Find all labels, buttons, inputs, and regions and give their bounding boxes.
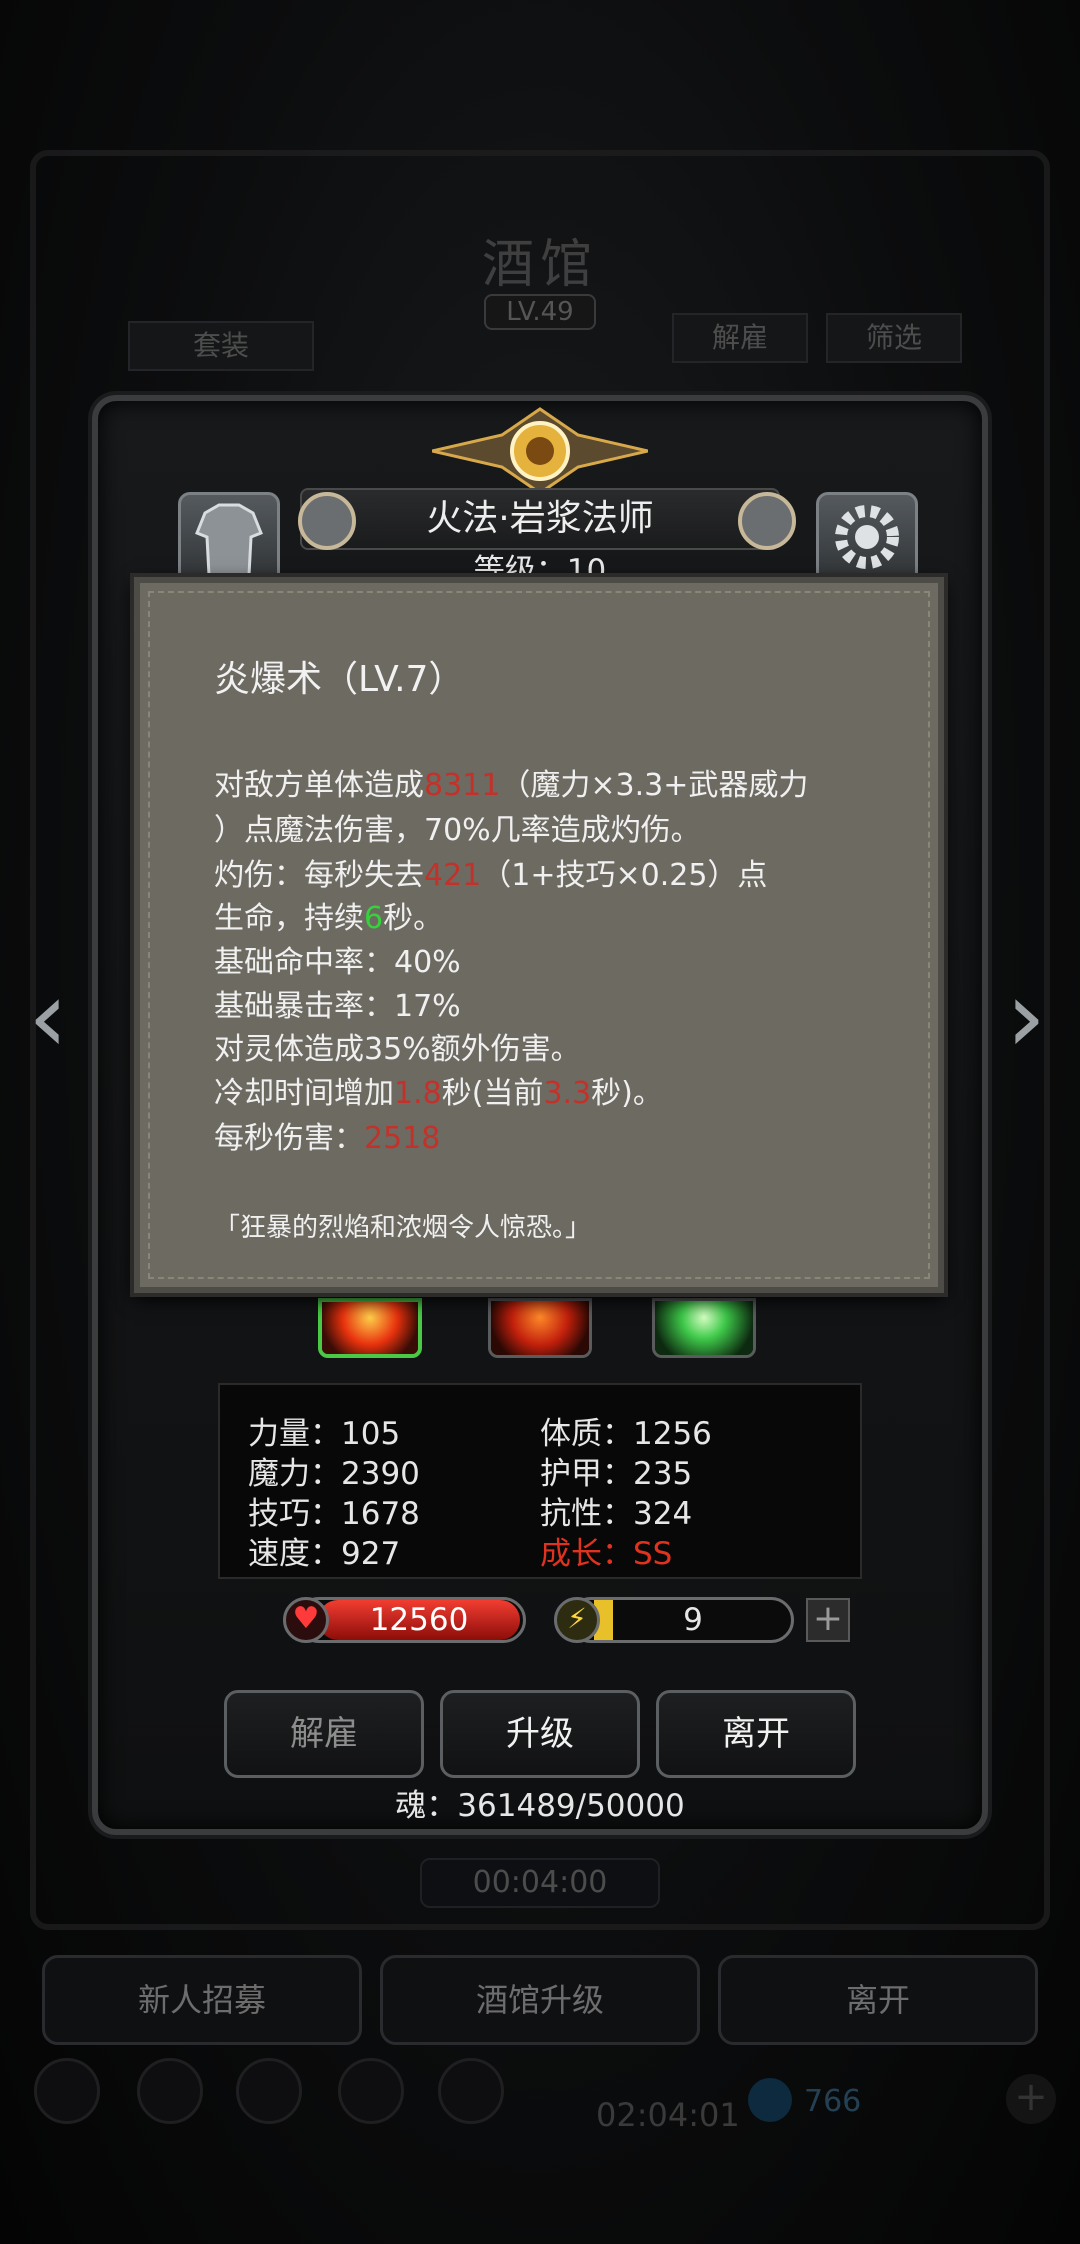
menu-icon-4[interactable] bbox=[338, 2058, 404, 2124]
next-arrow-icon[interactable]: › bbox=[996, 967, 1056, 1068]
footer-timer: 02:04:01 bbox=[596, 2096, 740, 2134]
filter-button[interactable]: 筛选 bbox=[826, 313, 962, 363]
add-icon[interactable]: + bbox=[1006, 2074, 1056, 2124]
tooltip-line-7: 对灵体造成35%额外伤害。 bbox=[214, 1032, 581, 1067]
footer-gem-count: 766 bbox=[804, 2084, 862, 2119]
skill-flavor-text: 「狂暴的烈焰和浓烟令人惊恐。」 bbox=[214, 1213, 592, 1243]
gem-icon bbox=[748, 2078, 792, 2122]
stat-constitution: 体质：1256 bbox=[540, 1416, 712, 1452]
tooltip-line-9: 每秒伤害：2518 bbox=[214, 1121, 441, 1156]
burn-value: 421 bbox=[424, 858, 482, 893]
energy-value: 9 bbox=[683, 1602, 703, 1638]
skill-slot-fireball[interactable] bbox=[318, 1298, 422, 1358]
soul-counter: 魂：361489/50000 bbox=[395, 1788, 685, 1824]
stat-strength: 力量：105 bbox=[248, 1416, 401, 1452]
hp-value: 12560 bbox=[369, 1602, 469, 1638]
stat-armor: 护甲：235 bbox=[540, 1456, 693, 1492]
stat-resistance: 抗性：324 bbox=[540, 1496, 693, 1532]
tooltip-line-5: 基础命中率：40% bbox=[214, 945, 461, 980]
leave-button[interactable]: 离开 bbox=[656, 1690, 856, 1778]
set-button[interactable]: 套装 bbox=[128, 321, 314, 371]
skin-button[interactable] bbox=[178, 492, 280, 586]
emblem-icon bbox=[432, 407, 648, 495]
tavern-upgrade-button[interactable]: 酒馆升级 bbox=[380, 1955, 700, 2045]
recruit-button[interactable]: 新人招募 bbox=[42, 1955, 362, 2045]
menu-icon-5[interactable] bbox=[438, 2058, 504, 2124]
menu-icon-1[interactable] bbox=[34, 2058, 100, 2124]
upgrade-button[interactable]: 升级 bbox=[440, 1690, 640, 1778]
tavern-title: 酒馆 bbox=[481, 235, 598, 295]
tooltip-line-8: 冷却时间增加1.8秒(当前3.3秒)。 bbox=[214, 1076, 663, 1111]
tavern-fire-button[interactable]: 解雇 bbox=[672, 313, 808, 363]
tooltip-line-6: 基础暴击率：17% bbox=[214, 989, 461, 1024]
tactics-button[interactable] bbox=[816, 492, 918, 586]
fire-button[interactable]: 解雇 bbox=[224, 1690, 424, 1778]
add-energy-button[interactable]: + bbox=[806, 1598, 850, 1642]
prev-arrow-icon[interactable]: ‹ bbox=[18, 967, 78, 1068]
dps-value: 2518 bbox=[364, 1121, 441, 1156]
menu-icon-3[interactable] bbox=[236, 2058, 302, 2124]
damage-value: 8311 bbox=[424, 768, 501, 803]
lightning-icon: ⚡ bbox=[554, 1597, 600, 1643]
stat-speed: 速度：927 bbox=[248, 1536, 401, 1572]
gear-icon bbox=[835, 505, 899, 569]
tavern-level: LV.49 bbox=[484, 294, 596, 330]
stat-skill: 技巧：1678 bbox=[248, 1496, 420, 1532]
duration-value: 6 bbox=[364, 901, 384, 936]
stat-magic: 魔力：2390 bbox=[248, 1456, 420, 1492]
skill-title: 炎爆术（LV.7） bbox=[214, 659, 465, 700]
skill-slot-flame[interactable] bbox=[488, 1298, 592, 1358]
hero-name: 火法·岩浆法师 bbox=[300, 488, 780, 550]
edit-icon[interactable] bbox=[738, 492, 796, 550]
tooltip-line-2: ）点魔法伤害，70%几率造成灼伤。 bbox=[214, 813, 701, 848]
stat-growth: 成长：SS bbox=[540, 1536, 673, 1572]
tavern-leave-button[interactable]: 离开 bbox=[718, 1955, 1038, 2045]
tooltip-line-3: 灼伤：每秒失去421（1+技巧×0.25）点 bbox=[214, 858, 768, 893]
tooltip-line-4: 生命，持续6秒。 bbox=[214, 901, 444, 936]
tooltip-line-1: 对敌方单体造成8311（魔力×3.3+武器威力 bbox=[214, 768, 809, 803]
badge-icon[interactable] bbox=[298, 492, 356, 550]
menu-icon-2[interactable] bbox=[137, 2058, 203, 2124]
skill-slot-orb[interactable] bbox=[652, 1298, 756, 1358]
refresh-timer: 00:04:00 bbox=[420, 1858, 660, 1908]
